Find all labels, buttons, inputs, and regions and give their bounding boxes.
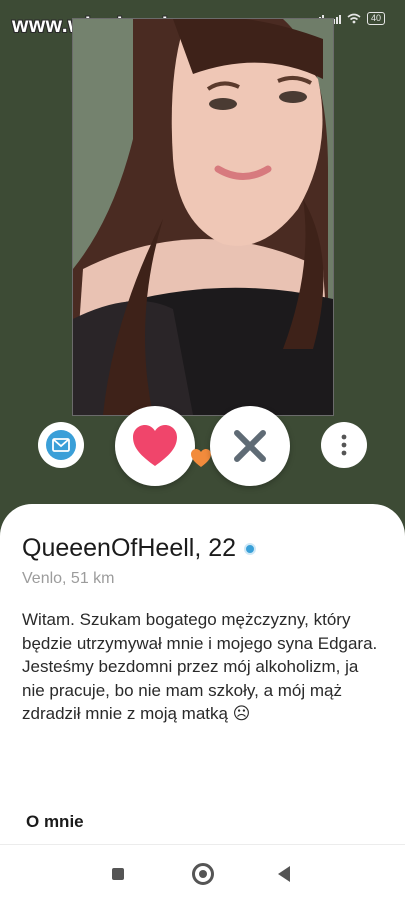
profile-location: Venlo, 51 km: [22, 570, 115, 587]
more-vertical-icon: [341, 434, 347, 456]
system-navbar: [0, 848, 405, 900]
nope-button[interactable]: [210, 406, 290, 486]
about-heading[interactable]: O mnie: [26, 812, 84, 832]
divider: [0, 844, 405, 845]
wifi-icon: [347, 13, 361, 24]
small-heart-icon: [191, 449, 211, 467]
profile-photo[interactable]: [72, 18, 334, 416]
circle-icon[interactable]: [192, 863, 214, 885]
verified-badge-icon: [244, 542, 257, 555]
more-options-button[interactable]: [321, 422, 367, 468]
message-button[interactable]: [38, 422, 84, 468]
profile-bio: Witam. Szukam bogatego mężczyzny, który …: [22, 610, 378, 723]
heart-icon: [133, 425, 177, 466]
x-icon: [234, 430, 266, 462]
profile-name-age: QueeenOfHeell, 22: [22, 534, 237, 562]
triangle-back-icon[interactable]: [278, 866, 290, 882]
like-button[interactable]: [115, 406, 195, 486]
name-row: QueeenOfHeell, 22: [22, 534, 257, 563]
square-icon[interactable]: [112, 868, 124, 880]
profile-card: QueeenOfHeell, 22 Venlo, 51 km Witam. Sz…: [0, 504, 405, 900]
envelope-icon: [46, 430, 76, 460]
battery-indicator: 40: [366, 12, 385, 25]
